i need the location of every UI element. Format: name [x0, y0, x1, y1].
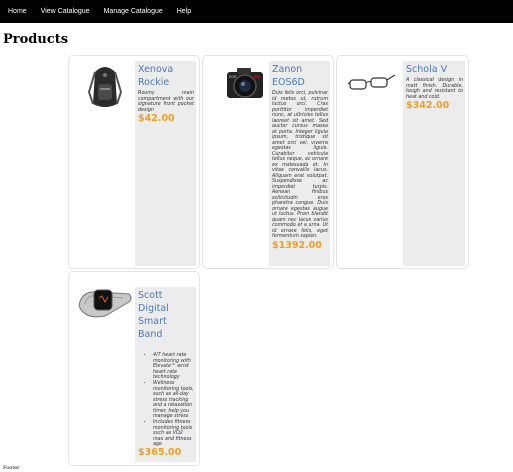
- camera-icon[interactable]: EOS: [225, 64, 265, 102]
- feature-item: Includes fitness monitoring tools such a…: [153, 420, 194, 448]
- product-info-panel: Schola V A classical design in matt fini…: [403, 61, 465, 266]
- feature-item: Wellness monitoring tools, such as all-d…: [153, 381, 194, 420]
- product-card[interactable]: Schola V A classical design in matt fini…: [336, 55, 469, 269]
- product-name[interactable]: Zanon EOS6D: [269, 61, 330, 91]
- nav-menu: Home View Catalogue Manage Catalogue Hel…: [0, 0, 513, 23]
- product-card[interactable]: Xenova Rockie Roomy main compartment wit…: [68, 55, 200, 269]
- nav-manage-catalogue-link[interactable]: Manage Catalogue: [104, 8, 163, 15]
- product-info-panel: Scott Digital Smart Band 4/7 heart rate …: [135, 287, 196, 462]
- product-info-panel: Xenova Rockie Roomy main compartment wit…: [135, 61, 196, 266]
- product-price: $365.00: [138, 447, 182, 458]
- backpack-icon[interactable]: [81, 62, 129, 112]
- top-navbar: Home View Catalogue Manage Catalogue Hel…: [0, 0, 513, 23]
- smartband-icon[interactable]: [75, 280, 133, 322]
- product-price: $342.00: [406, 100, 450, 111]
- product-price: $1392.00: [272, 239, 322, 251]
- product-name[interactable]: Xenova Rockie: [135, 61, 196, 91]
- product-features-list: 4/7 heart rate monitoring with Elevate™ …: [135, 353, 196, 448]
- svg-text:EOS: EOS: [229, 75, 237, 79]
- page-title: Products: [3, 32, 69, 47]
- product-name[interactable]: Schola V: [403, 61, 465, 78]
- product-description: Roomy main compartment with our signatur…: [138, 91, 194, 113]
- product-description: A classical design in matt finish. Durab…: [406, 78, 463, 100]
- product-price: $42.00: [138, 113, 175, 124]
- product-name[interactable]: Scott Digital Smart Band: [135, 287, 196, 353]
- product-card[interactable]: Scott Digital Smart Band 4/7 heart rate …: [68, 271, 200, 466]
- nav-help-link[interactable]: Help: [177, 8, 191, 15]
- nav-home-link[interactable]: Home: [8, 8, 27, 15]
- feature-item: 4/7 heart rate monitoring with Elevate™ …: [153, 353, 194, 381]
- nav-view-catalogue-link[interactable]: View Catalogue: [41, 8, 90, 15]
- page-footer: Footer: [3, 465, 20, 471]
- glasses-icon[interactable]: [347, 72, 397, 94]
- product-description: Duis felis orci, pulvinar id metus ut, r…: [272, 91, 328, 239]
- product-info-panel: Zanon EOS6D Duis felis orci, pulvinar id…: [269, 61, 330, 266]
- product-card[interactable]: EOS Zanon EOS6D Duis felis orci, pulvina…: [202, 55, 334, 269]
